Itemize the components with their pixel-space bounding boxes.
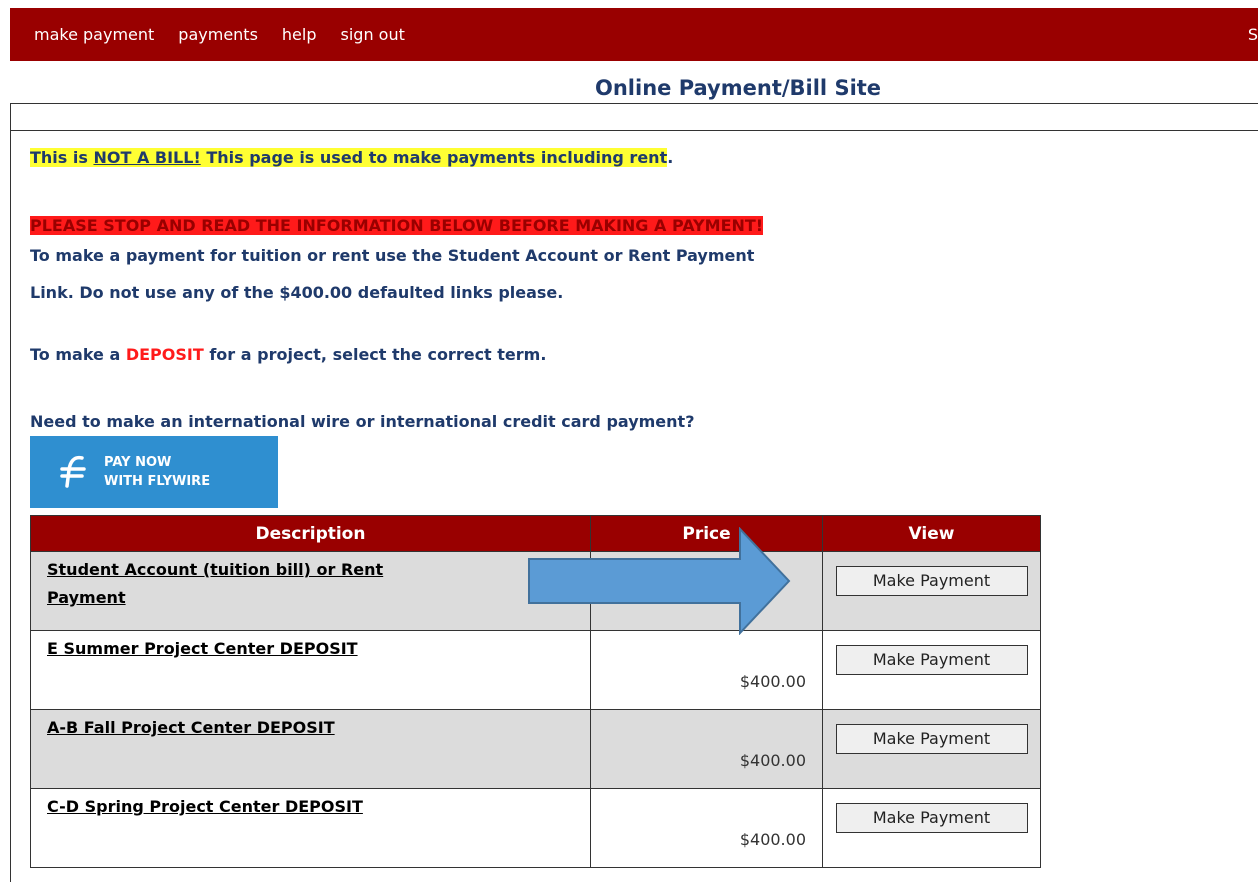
row-description: E Summer Project Center DEPOSIT — [30, 630, 591, 710]
row-price: $400.00 — [590, 630, 823, 710]
deposit-word: DEPOSIT — [125, 345, 204, 364]
row-description: Student Account (tuition bill) or Rent Pa… — [30, 551, 591, 631]
row-description: A-B Fall Project Center DEPOSIT — [30, 709, 591, 789]
make-payment-button[interactable]: Make Payment — [835, 566, 1028, 596]
row-description: C-D Spring Project Center DEPOSIT — [30, 788, 591, 868]
nav-help[interactable]: help — [282, 25, 317, 44]
international-question: Need to make an international wire or in… — [30, 412, 695, 431]
row-view: Make Payment — [822, 788, 1041, 868]
instruction-line-1: To make a payment for tuition or rent us… — [30, 246, 755, 265]
table-row: A-B Fall Project Center DEPOSIT $400.00 … — [30, 709, 1041, 789]
student-account-link[interactable]: Student Account (tuition bill) or Rent Pa… — [47, 560, 383, 607]
nav-right-fragment: S — [1247, 25, 1258, 44]
not-a-bill-notice: This is NOT A BILL! This page is used to… — [30, 148, 673, 167]
warning-banner: PLEASE STOP AND READ THE INFORMATION BEL… — [30, 216, 764, 235]
flywire-logo-icon — [60, 455, 86, 488]
notice-highlight: This is NOT A BILL! This page is used to… — [30, 148, 668, 167]
deposit-instruction: To make a DEPOSIT for a project, select … — [30, 341, 546, 369]
make-payment-button[interactable]: Make Payment — [835, 645, 1028, 675]
content-frame-border — [10, 131, 11, 882]
annotation-arrow-icon — [528, 527, 791, 635]
nav-payments[interactable]: payments — [178, 25, 258, 44]
notice-not-a-bill: NOT A BILL! — [93, 148, 201, 167]
row-price: $400.00 — [590, 709, 823, 789]
page-title: Online Payment/Bill Site — [595, 76, 882, 100]
make-payment-button[interactable]: Make Payment — [835, 724, 1028, 754]
row-view: Make Payment — [822, 709, 1041, 789]
flywire-line-1: PAY NOW — [104, 455, 172, 470]
notice-period: . — [667, 148, 674, 167]
instruction-line-2: Link. Do not use any of the $400.00 defa… — [30, 283, 564, 302]
row-view: Make Payment — [822, 551, 1041, 631]
notice-suffix: This page is used to make payments inclu… — [206, 148, 668, 167]
content-frame-header — [10, 103, 1258, 131]
header-description: Description — [30, 515, 591, 552]
table-row: E Summer Project Center DEPOSIT $400.00 … — [30, 630, 1041, 710]
desc-line-1: Student Account (tuition bill) or Rent — [47, 560, 384, 579]
pay-with-flywire-button[interactable]: PAY NOW WITH FLYWIRE — [30, 436, 278, 508]
flywire-label: PAY NOW WITH FLYWIRE — [104, 453, 210, 491]
nav-make-payment[interactable]: make payment — [34, 25, 154, 44]
desc-line-2: Payment — [47, 588, 126, 607]
table-row: C-D Spring Project Center DEPOSIT $400.0… — [30, 788, 1041, 868]
notice-prefix: This is — [30, 148, 88, 167]
summer-deposit-link[interactable]: E Summer Project Center DEPOSIT — [47, 639, 358, 658]
make-payment-button[interactable]: Make Payment — [835, 803, 1028, 833]
row-view: Make Payment — [822, 630, 1041, 710]
flywire-line-2: WITH FLYWIRE — [104, 474, 211, 489]
deposit-prefix: To make a — [30, 345, 121, 364]
deposit-suffix: for a project, select the correct term. — [209, 345, 547, 364]
nav-sign-out[interactable]: sign out — [341, 25, 405, 44]
spring-deposit-link[interactable]: C-D Spring Project Center DEPOSIT — [47, 797, 363, 816]
top-nav-bar: make payment payments help sign out S — [10, 8, 1258, 61]
fall-deposit-link[interactable]: A-B Fall Project Center DEPOSIT — [47, 718, 335, 737]
row-price: $400.00 — [590, 788, 823, 868]
header-view: View — [822, 515, 1041, 552]
